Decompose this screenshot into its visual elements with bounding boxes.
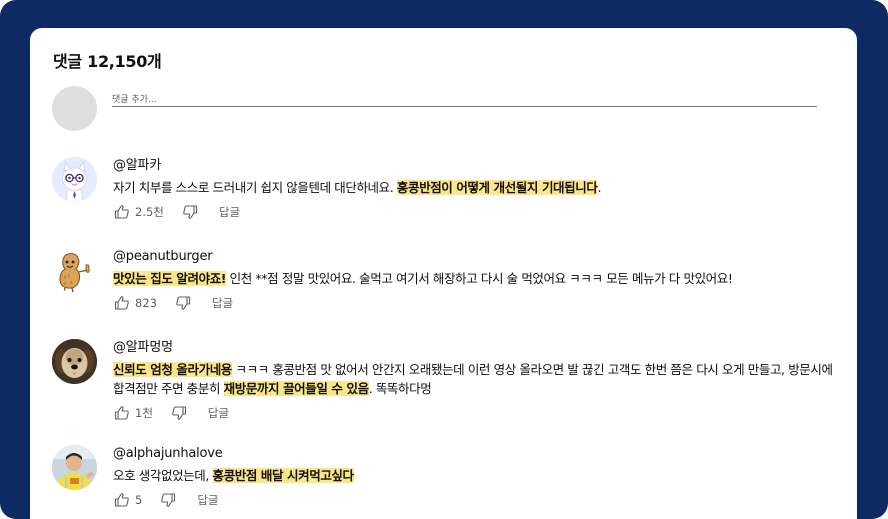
comment-text: 자기 치부를 스스로 드러내기 쉽지 않을텐데 대단하네요. 홍콩반점이 어떻게… (113, 178, 843, 197)
comment-actions: 1천 답글 (113, 404, 843, 422)
comment-author[interactable]: @알파멍멍 (113, 339, 843, 357)
comment-highlight: 신뢰도 엄청 올라가네용 (113, 362, 232, 377)
reply-button[interactable]: 답글 (212, 295, 233, 311)
comment-actions: 2.5천 답글 (113, 203, 843, 221)
alpaca-avatar-icon[interactable] (52, 157, 97, 202)
user-avatar (52, 86, 97, 131)
thumbs-down-icon[interactable] (181, 203, 199, 221)
comment-highlight: 재방문까지 끌어들일 수 있음 (223, 381, 369, 396)
comment-highlight: 홍콩반점 배달 시켜먹고싶다 (212, 468, 354, 483)
comment-text-part: 자기 치부를 스스로 드러내기 쉽지 않을텐데 대단하네요. (113, 180, 397, 195)
thumbs-up-icon[interactable] (113, 203, 131, 221)
comment-text-part: 인천 **점 정말 맛있어요. 술먹고 여기서 해장하고 다시 술 먹었어요 ㅋ… (226, 271, 733, 286)
peanut-avatar-icon[interactable] (52, 248, 97, 293)
thumbs-down-icon[interactable] (174, 294, 192, 312)
comment-body: @alphajunhalove 오호 생각없었는데, 홍콩반점 배달 시켜먹고싶… (113, 445, 843, 509)
like-count: 823 (135, 296, 157, 310)
comment-actions: 5 답글 (113, 491, 843, 509)
reply-button[interactable]: 답글 (208, 405, 229, 421)
dog-avatar-icon[interactable] (52, 339, 97, 384)
comments-panel: 댓글 12,150개 댓글 추가... @알파카 자기 치부를 스스로 드러내기… (30, 28, 857, 519)
person-avatar-icon[interactable] (52, 445, 97, 490)
comment-highlight: 맛있는 집도 알려야죠! (113, 271, 227, 286)
thumbs-up-icon[interactable] (113, 294, 131, 312)
comment-text: 신뢰도 엄청 올라가네용 ㅋㅋㅋ 홍콩반점 맛 없어서 안간지 오래됐는데 이런… (113, 360, 843, 398)
reply-button[interactable]: 답글 (219, 204, 240, 220)
comment-actions: 823 답글 (113, 294, 843, 312)
comment-body: @알파카 자기 치부를 스스로 드러내기 쉽지 않을텐데 대단하네요. 홍콩반점… (113, 157, 843, 221)
comment-body: @알파멍멍 신뢰도 엄청 올라가네용 ㅋㅋㅋ 홍콩반점 맛 없어서 안간지 오래… (113, 339, 843, 422)
comment-author[interactable]: @peanutburger (113, 248, 843, 266)
thumbs-up-icon[interactable] (113, 404, 131, 422)
comment-text: 오호 생각없었는데, 홍콩반점 배달 시켜먹고싶다 (113, 466, 843, 485)
reply-button[interactable]: 답글 (197, 492, 218, 508)
comment-text-part: . 똑똑하다멍 (368, 381, 432, 396)
comment-author[interactable]: @알파카 (113, 157, 843, 175)
comment-text: 맛있는 집도 알려야죠! 인천 **점 정말 맛있어요. 술먹고 여기서 해장하… (113, 269, 843, 288)
thumbs-down-icon[interactable] (159, 491, 177, 509)
comment-text-part: . (597, 180, 602, 195)
comment-author[interactable]: @alphajunhalove (113, 445, 843, 463)
comment-count: 댓글 12,150개 (53, 52, 162, 71)
background-frame: 댓글 12,150개 댓글 추가... @알파카 자기 치부를 스스로 드러내기… (0, 0, 888, 519)
like-count: 5 (135, 493, 143, 507)
like-count: 1천 (135, 406, 153, 420)
like-count: 2.5천 (135, 205, 164, 219)
add-comment-input[interactable]: 댓글 추가... (112, 89, 817, 107)
thumbs-down-icon[interactable] (170, 404, 188, 422)
comment-body: @peanutburger 맛있는 집도 알려야죠! 인천 **점 정말 맛있어… (113, 248, 843, 312)
comment-text-part: 오호 생각없었는데, (113, 468, 213, 483)
thumbs-up-icon[interactable] (113, 491, 131, 509)
comment-highlight: 홍콩반점이 어떻게 개선될지 기대됩니다 (396, 180, 598, 195)
